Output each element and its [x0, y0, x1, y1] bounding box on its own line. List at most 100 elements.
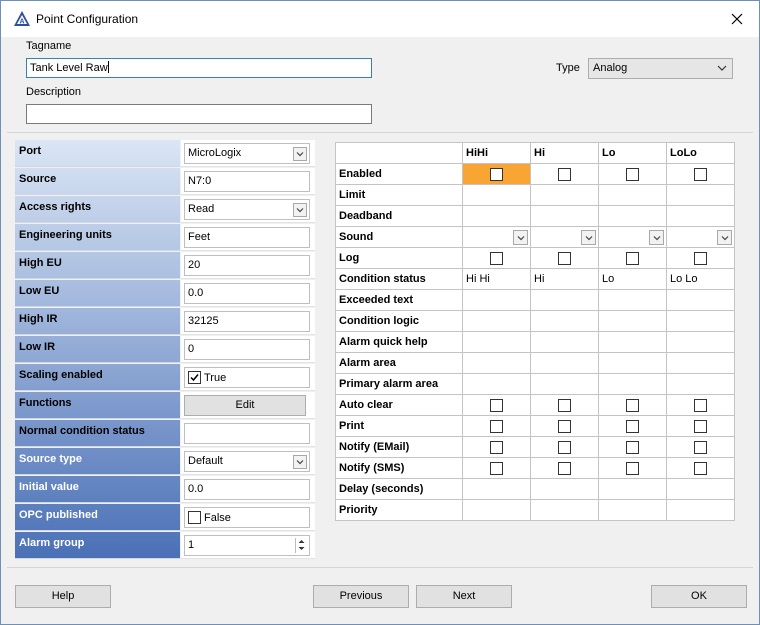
alarm-checkbox-cell[interactable]	[598, 415, 667, 437]
alarm-checkbox-cell[interactable]	[598, 247, 667, 269]
checkbox-icon[interactable]	[694, 251, 707, 265]
alarm-checkbox-cell[interactable]	[530, 415, 599, 437]
type-select[interactable]: Analog	[588, 58, 733, 79]
alarm-value-cell[interactable]	[530, 352, 599, 374]
checkbox-icon[interactable]	[626, 398, 639, 412]
checkbox-icon[interactable]	[490, 419, 503, 433]
help-button[interactable]: Help	[15, 585, 111, 608]
alarm-checkbox-cell[interactable]	[666, 394, 735, 416]
alarm-value-cell[interactable]	[462, 499, 531, 521]
alarm-value-cell[interactable]	[598, 478, 667, 500]
alarm-value-cell[interactable]	[462, 478, 531, 500]
alarm-value-cell[interactable]	[666, 205, 735, 227]
alarm-sound-select[interactable]	[462, 226, 531, 248]
property-input[interactable]	[184, 423, 310, 444]
chevron-down-icon[interactable]	[649, 230, 664, 245]
checkbox-icon[interactable]	[626, 251, 639, 265]
chevron-down-icon[interactable]	[581, 230, 596, 245]
alarm-condition-status[interactable]: Hi Hi	[462, 268, 531, 290]
checkbox-icon[interactable]	[694, 167, 707, 181]
alarm-checkbox-cell[interactable]	[666, 247, 735, 269]
alarm-value-cell[interactable]	[598, 373, 667, 395]
property-checkbox[interactable]: True	[184, 367, 310, 388]
alarm-condition-status[interactable]: Lo Lo	[666, 268, 735, 290]
checkbox-icon[interactable]	[558, 461, 571, 475]
chevron-down-icon[interactable]	[513, 230, 528, 245]
alarm-sound-select[interactable]	[530, 226, 599, 248]
alarm-checkbox-cell[interactable]	[666, 457, 735, 479]
property-checkbox[interactable]: False	[184, 507, 310, 528]
chevron-down-icon[interactable]	[293, 455, 307, 469]
checkbox-icon[interactable]	[490, 167, 503, 181]
checkbox-icon[interactable]	[694, 461, 707, 475]
alarm-value-cell[interactable]	[666, 373, 735, 395]
alarm-checkbox-cell[interactable]	[462, 436, 531, 458]
spin-buttons[interactable]	[295, 538, 307, 553]
alarm-value-cell[interactable]	[530, 478, 599, 500]
alarm-checkbox-cell[interactable]	[462, 457, 531, 479]
alarm-checkbox-cell[interactable]	[462, 163, 531, 185]
alarm-checkbox-cell[interactable]	[666, 163, 735, 185]
checkbox-icon[interactable]	[490, 440, 503, 454]
alarm-checkbox-cell[interactable]	[462, 394, 531, 416]
alarm-value-cell[interactable]	[598, 205, 667, 227]
alarm-value-cell[interactable]	[462, 205, 531, 227]
alarm-value-cell[interactable]	[666, 310, 735, 332]
alarm-value-cell[interactable]	[530, 499, 599, 521]
alarm-value-cell[interactable]	[598, 331, 667, 353]
checkbox-icon[interactable]	[694, 398, 707, 412]
checkbox-icon[interactable]	[694, 419, 707, 433]
checkbox-icon[interactable]	[188, 371, 201, 384]
property-select[interactable]: Read	[184, 199, 310, 220]
alarm-value-cell[interactable]	[530, 205, 599, 227]
checkbox-icon[interactable]	[694, 440, 707, 454]
alarm-value-cell[interactable]	[462, 373, 531, 395]
alarm-value-cell[interactable]	[598, 352, 667, 374]
alarm-value-cell[interactable]	[598, 310, 667, 332]
alarm-checkbox-cell[interactable]	[530, 394, 599, 416]
alarm-condition-status[interactable]: Lo	[598, 268, 667, 290]
alarm-value-cell[interactable]	[666, 499, 735, 521]
tagname-input[interactable]: Tank Level Raw	[26, 58, 372, 78]
checkbox-icon[interactable]	[188, 511, 201, 524]
chevron-down-icon[interactable]	[717, 230, 732, 245]
close-button[interactable]	[715, 1, 759, 37]
alarm-checkbox-cell[interactable]	[462, 247, 531, 269]
alarm-value-cell[interactable]	[598, 184, 667, 206]
alarm-value-cell[interactable]	[530, 331, 599, 353]
alarm-checkbox-cell[interactable]	[530, 247, 599, 269]
alarm-checkbox-cell[interactable]	[666, 436, 735, 458]
alarm-value-cell[interactable]	[666, 478, 735, 500]
property-input[interactable]: 32125	[184, 311, 310, 332]
alarm-checkbox-cell[interactable]	[462, 415, 531, 437]
alarm-value-cell[interactable]	[530, 289, 599, 311]
checkbox-icon[interactable]	[558, 251, 571, 265]
alarm-value-cell[interactable]	[666, 331, 735, 353]
property-input[interactable]: 0	[184, 339, 310, 360]
alarm-checkbox-cell[interactable]	[598, 394, 667, 416]
alarm-value-cell[interactable]	[598, 289, 667, 311]
checkbox-icon[interactable]	[626, 440, 639, 454]
alarm-checkbox-cell[interactable]	[530, 457, 599, 479]
property-input[interactable]: 0.0	[184, 479, 310, 500]
alarm-value-cell[interactable]	[666, 352, 735, 374]
alarm-sound-select[interactable]	[598, 226, 667, 248]
checkbox-icon[interactable]	[558, 398, 571, 412]
functions-edit-button[interactable]: Edit	[184, 395, 306, 416]
checkbox-icon[interactable]	[558, 167, 571, 181]
alarm-checkbox-cell[interactable]	[598, 436, 667, 458]
property-input[interactable]: Feet	[184, 227, 310, 248]
alarm-value-cell[interactable]	[530, 373, 599, 395]
chevron-down-icon[interactable]	[293, 147, 307, 161]
alarm-value-cell[interactable]	[462, 331, 531, 353]
alarm-value-cell[interactable]	[462, 352, 531, 374]
checkbox-icon[interactable]	[626, 461, 639, 475]
alarm-value-cell[interactable]	[462, 310, 531, 332]
checkbox-icon[interactable]	[490, 398, 503, 412]
checkbox-icon[interactable]	[558, 440, 571, 454]
checkbox-icon[interactable]	[626, 419, 639, 433]
checkbox-icon[interactable]	[490, 251, 503, 265]
property-input[interactable]: 0.0	[184, 283, 310, 304]
alarm-condition-status[interactable]: Hi	[530, 268, 599, 290]
alarm-checkbox-cell[interactable]	[598, 457, 667, 479]
